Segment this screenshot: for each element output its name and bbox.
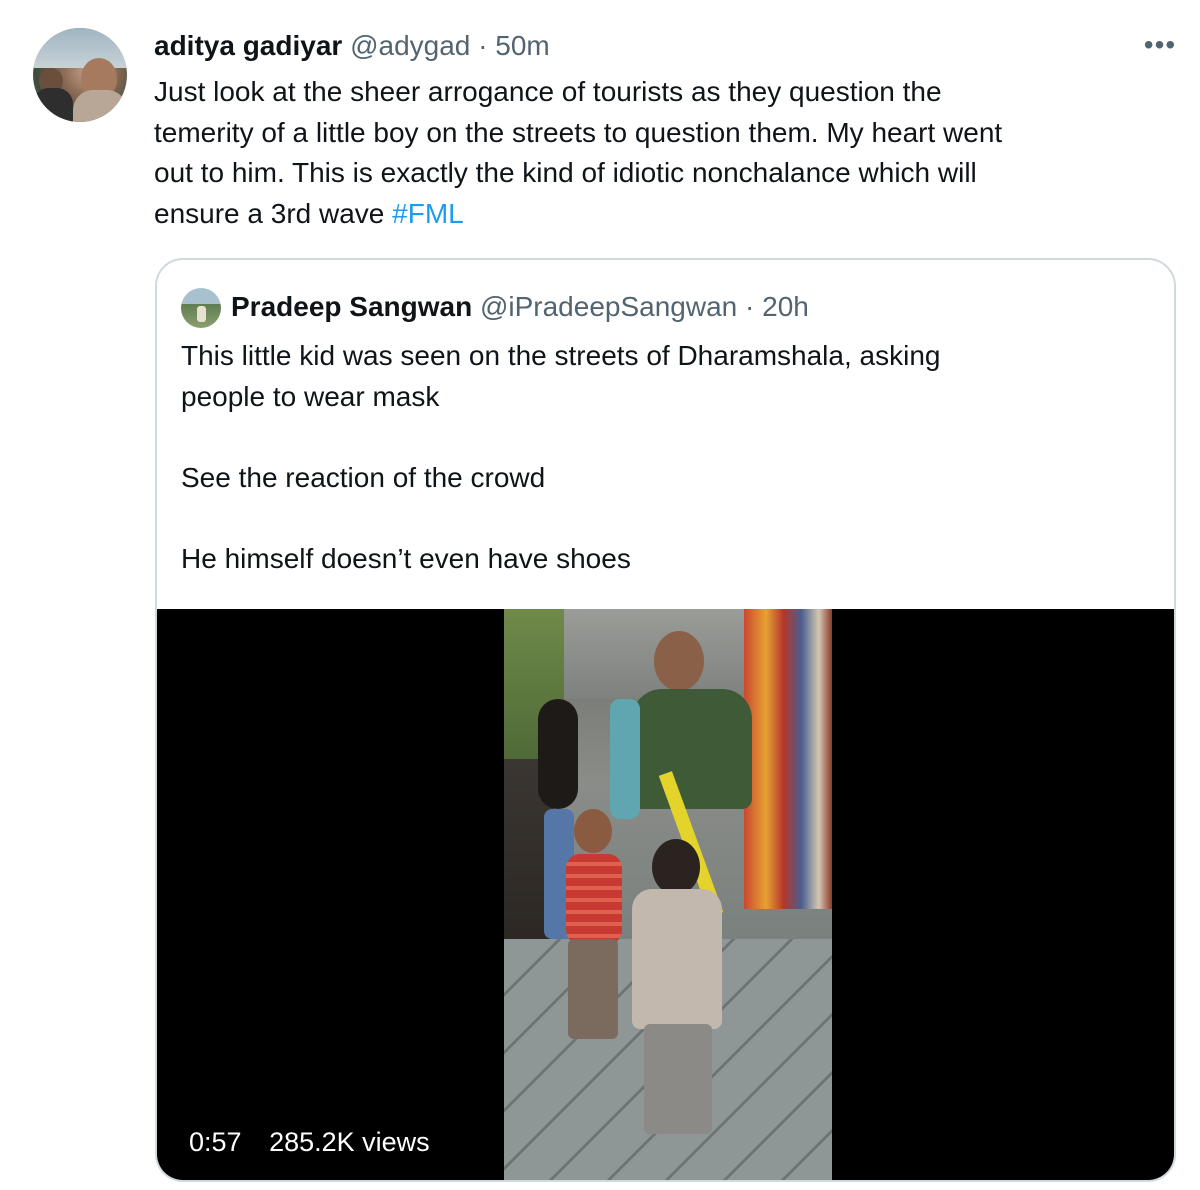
author-name[interactable]: aditya gadiyar: [154, 30, 342, 61]
kid-red-shirt: [566, 854, 622, 944]
clothes-rack: [744, 609, 832, 909]
boy-shirt: [632, 889, 722, 1029]
author-handle[interactable]: @adygad: [350, 30, 470, 61]
quoted-text-line: He himself doesn’t even have shoes: [181, 542, 631, 574]
tweet-text-line: Just look at the sheer arrogance of tour…: [154, 76, 942, 107]
video-views: 285.2K views: [269, 1127, 430, 1157]
avatar-background: [33, 28, 127, 68]
tweet-text-line: temerity of a little boy on the streets …: [154, 116, 1003, 148]
quoted-tweet-timestamp[interactable]: 20h: [762, 291, 809, 322]
more-horizontal-icon[interactable]: •••: [1143, 30, 1177, 60]
video-counter: 0:57 285.2K views: [189, 1125, 450, 1159]
man-shirt: [632, 689, 752, 809]
meta-separator: ·: [745, 291, 755, 322]
woman-hair: [538, 699, 578, 809]
quoted-tweet[interactable]: Pradeep Sangwan @iPradeepSangwan · 20h T…: [155, 258, 1176, 1182]
man-teal: [610, 699, 640, 819]
tweet-text-line-content: ensure a 3rd wave: [154, 197, 393, 229]
author-avatar[interactable]: [33, 28, 127, 122]
quoted-text-line: people to wear mask: [181, 380, 440, 412]
kid-red-legs: [568, 939, 618, 1039]
meta-separator: ·: [478, 30, 488, 61]
quoted-text-line: This little kid was seen on the streets …: [181, 340, 941, 371]
boy-head: [652, 839, 700, 895]
video-duration: 0:57: [189, 1127, 242, 1157]
hashtag-link[interactable]: #FML: [392, 198, 464, 229]
quoted-author-avatar[interactable]: [181, 288, 221, 328]
kid-red-head: [574, 809, 612, 853]
quoted-tweet-header: Pradeep Sangwan @iPradeepSangwan · 20h: [231, 287, 809, 327]
quoted-author-name[interactable]: Pradeep Sangwan: [231, 291, 472, 322]
avatar-figure: [197, 306, 206, 322]
man-head: [654, 631, 704, 691]
tweet-header: aditya gadiyar @adygad · 50m: [154, 28, 550, 64]
quoted-tweet-text: This little kid was seen on the streets …: [181, 336, 1141, 579]
quoted-text-line: See the reaction of the crowd: [181, 461, 546, 493]
avatar-person-body-left: [33, 88, 73, 122]
tweet-timestamp[interactable]: 50m: [495, 30, 549, 61]
quoted-author-handle[interactable]: @iPradeepSangwan: [480, 291, 737, 322]
avatar-person-body: [73, 90, 127, 122]
tweet-text-line: ensure a 3rd wave #FML: [154, 194, 1164, 235]
tweet-text-line: out to him. This is exactly the kind of …: [154, 157, 977, 188]
video-player[interactable]: 0:57 285.2K views: [157, 609, 1174, 1180]
video-frame[interactable]: [504, 609, 832, 1180]
tweet-text: Just look at the sheer arrogance of tour…: [154, 72, 1164, 234]
boy-legs: [644, 1024, 712, 1134]
